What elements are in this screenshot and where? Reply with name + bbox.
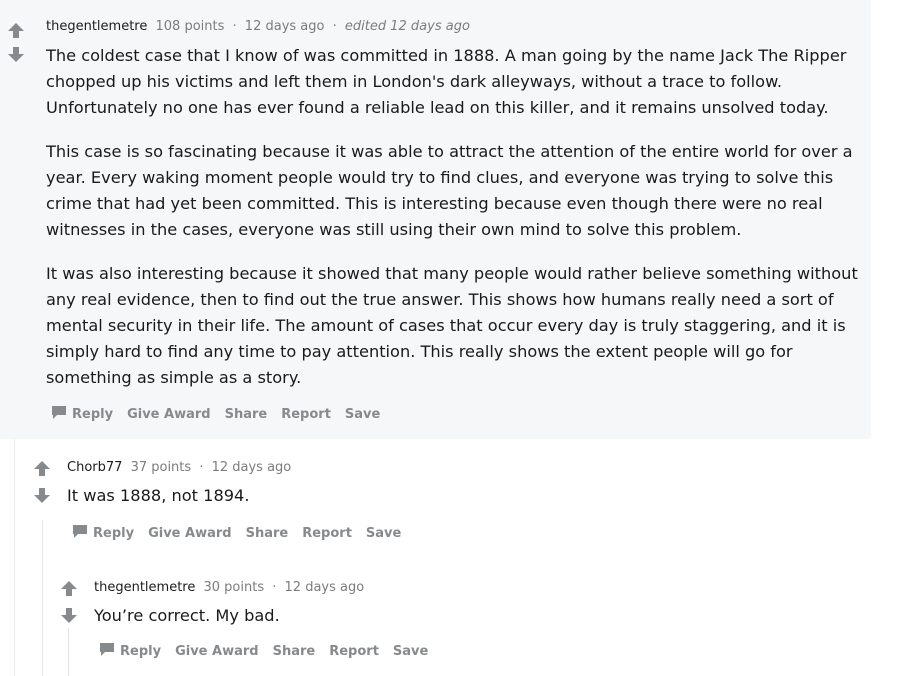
reply-label: Reply [72, 407, 114, 422]
upvote-arrow-icon[interactable] [7, 22, 25, 40]
upvote-arrow-icon[interactable] [60, 580, 78, 598]
comment-actions: Reply Give Award Share Report Save [72, 524, 415, 543]
share-button[interactable]: Share [273, 644, 316, 659]
comment-author[interactable]: thegentlemetre [46, 19, 147, 34]
comment-points: 37 points [130, 460, 192, 475]
give-award-button[interactable]: Give Award [175, 644, 259, 659]
comment-points: 30 points [203, 580, 265, 595]
comment-paragraph: It was also interesting because it showe… [46, 264, 858, 387]
save-button[interactable]: Save [366, 526, 401, 541]
comment-author[interactable]: Chorb77 [67, 460, 122, 475]
reply-bubble-icon [51, 405, 67, 424]
comment-reply: Chorb77 37 points · 12 days ago It was 1… [28, 452, 871, 570]
reply-label: Reply [120, 644, 162, 659]
comment-actions: Reply Give Award Share Report Save [99, 642, 442, 661]
reply-bubble-icon [72, 524, 88, 543]
give-award-button[interactable]: Give Award [127, 407, 211, 422]
comment-body: The coldest case that I know of was comm… [46, 43, 861, 409]
give-award-button[interactable]: Give Award [148, 526, 232, 541]
comment-meta: thegentlemetre 30 points · 12 days ago [94, 580, 364, 595]
reply-label: Reply [93, 526, 135, 541]
save-button[interactable]: Save [393, 644, 428, 659]
meta-separator: · [232, 19, 237, 34]
comment-paragraph: You’re correct. My bad. [94, 606, 280, 625]
meta-separator: · [332, 19, 337, 34]
reply-button[interactable]: Reply [72, 524, 134, 543]
comment-paragraph: It was 1888, not 1894. [67, 486, 250, 505]
comment-highlighted: thegentlemetre 108 points · 12 days ago … [0, 0, 871, 439]
comment-age[interactable]: 12 days ago [245, 19, 325, 34]
downvote-arrow-icon[interactable] [60, 606, 78, 624]
downvote-arrow-icon[interactable] [33, 486, 51, 504]
report-button[interactable]: Report [281, 407, 331, 422]
reply-button[interactable]: Reply [99, 642, 161, 661]
comment-body: You’re correct. My bad. [94, 603, 854, 647]
comment-age[interactable]: 12 days ago [212, 460, 292, 475]
comment-paragraph: This case is so fascinating because it w… [46, 142, 853, 239]
comment-edited: edited 12 days ago [344, 19, 470, 34]
reply-bubble-icon [99, 642, 115, 661]
meta-separator: · [199, 460, 204, 475]
comment-author[interactable]: thegentlemetre [94, 580, 195, 595]
comment-actions: Reply Give Award Share Report Save [51, 405, 394, 424]
meta-separator: · [272, 580, 277, 595]
comment-meta: Chorb77 37 points · 12 days ago [67, 460, 291, 475]
share-button[interactable]: Share [225, 407, 268, 422]
comment-body: It was 1888, not 1894. [67, 483, 847, 527]
comment-age[interactable]: 12 days ago [285, 580, 365, 595]
comment-reply: thegentlemetre 30 points · 12 days ago Y… [55, 572, 871, 676]
comment-meta: thegentlemetre 108 points · 12 days ago … [46, 19, 470, 34]
share-button[interactable]: Share [246, 526, 289, 541]
reply-button[interactable]: Reply [51, 405, 113, 424]
upvote-arrow-icon[interactable] [33, 460, 51, 478]
downvote-arrow-icon[interactable] [7, 45, 25, 63]
report-button[interactable]: Report [329, 644, 379, 659]
save-button[interactable]: Save [345, 407, 380, 422]
report-button[interactable]: Report [302, 526, 352, 541]
comment-points: 108 points [155, 19, 225, 34]
comment-paragraph: The coldest case that I know of was comm… [46, 46, 847, 117]
